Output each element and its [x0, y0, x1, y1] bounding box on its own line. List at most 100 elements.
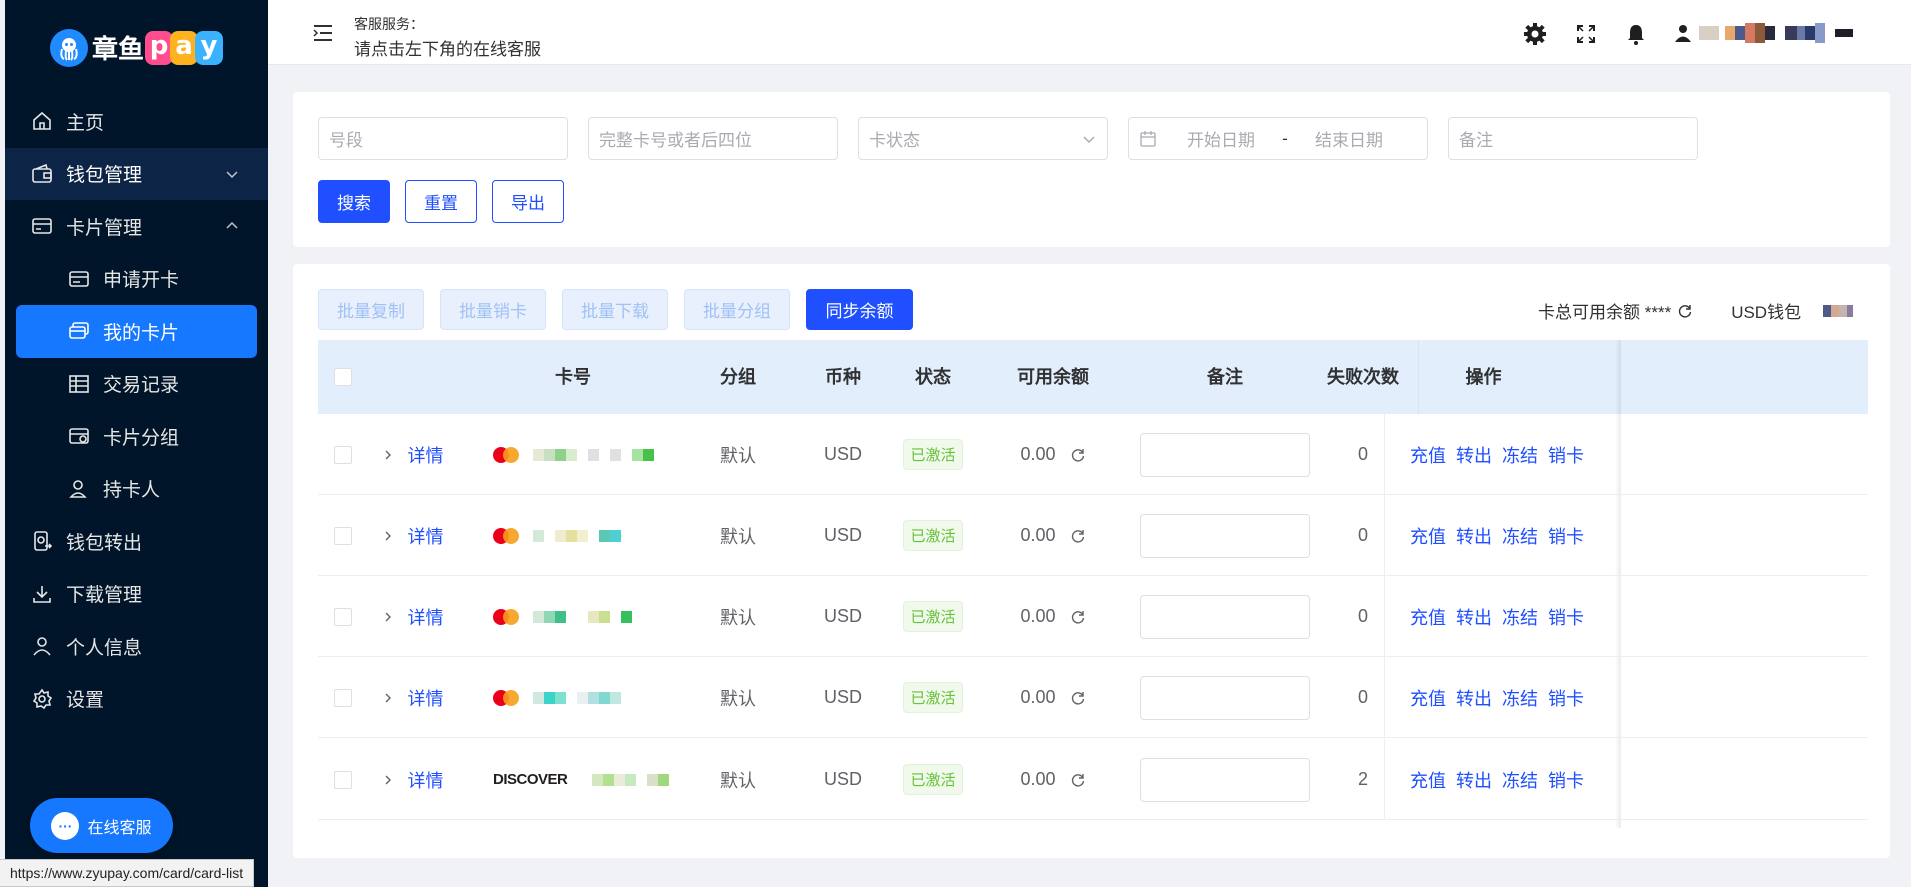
- row-checkbox[interactable]: [334, 526, 352, 545]
- expand-row-icon[interactable]: [373, 576, 403, 657]
- menu-toggle-icon[interactable]: [312, 24, 334, 42]
- expand-row-icon[interactable]: [373, 495, 403, 576]
- sidebar-item-cardholders[interactable]: 持卡人: [5, 463, 268, 516]
- sync-balance-button[interactable]: 同步余额: [806, 289, 913, 330]
- top-header: 客服服务： 请点击左下角的在线客服: [268, 0, 1911, 65]
- refresh-balance-icon[interactable]: [1070, 772, 1086, 788]
- row-checkbox[interactable]: [334, 770, 352, 789]
- online-support-label: 在线客服: [87, 819, 152, 837]
- card-number-placeholder: 完整卡号或者后四位: [599, 131, 752, 150]
- online-support-button[interactable]: ··· 在线客服: [30, 798, 173, 853]
- freeze-link[interactable]: 冻结: [1502, 767, 1538, 793]
- cancel-card-link[interactable]: 销卡: [1548, 767, 1584, 793]
- menu-item-wallet[interactable]: 钱包管理: [5, 147, 268, 200]
- remark-input[interactable]: [1140, 432, 1310, 477]
- recharge-link[interactable]: 充值: [1410, 685, 1446, 711]
- export-button[interactable]: 导出: [492, 180, 564, 223]
- gear-icon[interactable]: [1523, 22, 1547, 46]
- mastercard-logo-icon: [493, 527, 519, 544]
- batch-copy-button[interactable]: 批量复制: [318, 289, 424, 330]
- remark-input[interactable]: 备注: [1448, 117, 1698, 160]
- recharge-link[interactable]: 充值: [1410, 604, 1446, 630]
- sidebar-item-card-groups[interactable]: 卡片分组: [5, 410, 268, 463]
- details-link[interactable]: 详情: [403, 576, 448, 657]
- redacted-card-number: [533, 610, 632, 623]
- row-checkbox[interactable]: [334, 607, 352, 626]
- reset-button[interactable]: 重置: [405, 180, 477, 223]
- card-number-input[interactable]: 完整卡号或者后四位: [588, 117, 838, 160]
- start-date-placeholder[interactable]: 开始日期: [1171, 126, 1271, 151]
- batch-download-button[interactable]: 批量下载: [562, 289, 668, 330]
- row-checkbox-cell: [318, 657, 368, 738]
- freeze-link[interactable]: 冻结: [1502, 523, 1538, 549]
- card-number-cell[interactable]: [493, 414, 683, 495]
- fullscreen-icon[interactable]: [1574, 22, 1598, 46]
- actions-cell: 充值 转出 冻结 销卡: [1384, 414, 1609, 495]
- freeze-link[interactable]: 冻结: [1502, 685, 1538, 711]
- batch-group-button[interactable]: 批量分组: [684, 289, 790, 330]
- refresh-balance-icon[interactable]: [1070, 609, 1086, 625]
- bell-icon[interactable]: [1624, 22, 1648, 46]
- details-link[interactable]: 详情: [403, 414, 448, 495]
- refresh-balance-icon[interactable]: [1070, 690, 1086, 706]
- card-number-cell[interactable]: [493, 657, 683, 738]
- card-status-select[interactable]: 卡状态: [858, 117, 1108, 160]
- recharge-link[interactable]: 充值: [1410, 442, 1446, 468]
- cancel-card-link[interactable]: 销卡: [1548, 523, 1584, 549]
- row-checkbox[interactable]: [334, 445, 352, 464]
- menu-item-home[interactable]: 主页: [5, 95, 268, 148]
- menu-item-downloads[interactable]: 下载管理: [5, 568, 268, 621]
- card-number-cell[interactable]: [493, 576, 683, 657]
- expand-row-icon[interactable]: [373, 739, 403, 820]
- segment-input[interactable]: 号段: [318, 117, 568, 160]
- remark-input[interactable]: [1140, 513, 1310, 558]
- select-all-checkbox[interactable]: [334, 368, 352, 386]
- menu-item-wallet-out[interactable]: 钱包转出: [5, 515, 268, 568]
- refresh-icon[interactable]: [1677, 303, 1693, 319]
- wallet-icon: [30, 162, 54, 186]
- redacted-card-number: [533, 529, 621, 542]
- sidebar-item-transactions[interactable]: 交易记录: [5, 358, 268, 411]
- sidebar-item-label: 交易记录: [103, 375, 180, 397]
- card-number-cell[interactable]: DISCOVER: [493, 739, 683, 820]
- date-range-picker[interactable]: 开始日期 - 结束日期: [1128, 117, 1428, 160]
- cancel-card-link[interactable]: 销卡: [1548, 685, 1584, 711]
- freeze-link[interactable]: 冻结: [1502, 442, 1538, 468]
- refresh-balance-icon[interactable]: [1070, 447, 1086, 463]
- logo[interactable]: 章鱼 p a y: [5, 0, 268, 95]
- select-all-checkbox-cell: [318, 340, 368, 414]
- table-row: 详情 默认 USD 已激活 0.00 0 充值 转出 冻结 销卡: [318, 414, 1868, 495]
- card-number-cell[interactable]: [493, 495, 683, 576]
- refresh-balance-icon[interactable]: [1070, 528, 1086, 544]
- remark-input[interactable]: [1140, 757, 1310, 802]
- details-link[interactable]: 详情: [403, 495, 448, 576]
- transfer-out-link[interactable]: 转出: [1456, 442, 1492, 468]
- cancel-card-link[interactable]: 销卡: [1548, 604, 1584, 630]
- end-date-placeholder[interactable]: 结束日期: [1299, 126, 1399, 151]
- sidebar-item-my-cards[interactable]: 我的卡片: [16, 305, 257, 358]
- remark-input[interactable]: [1140, 675, 1310, 720]
- freeze-link[interactable]: 冻结: [1502, 604, 1538, 630]
- transfer-out-link[interactable]: 转出: [1456, 767, 1492, 793]
- chat-bubble-icon: ···: [51, 811, 80, 840]
- batch-cancel-button[interactable]: 批量销卡: [440, 289, 546, 330]
- transfer-out-link[interactable]: 转出: [1456, 523, 1492, 549]
- menu-item-card-management[interactable]: 卡片管理: [5, 200, 268, 253]
- row-checkbox[interactable]: [334, 688, 352, 707]
- recharge-link[interactable]: 充值: [1410, 523, 1446, 549]
- recharge-link[interactable]: 充值: [1410, 767, 1446, 793]
- transfer-out-link[interactable]: 转出: [1456, 685, 1492, 711]
- expand-row-icon[interactable]: [373, 414, 403, 495]
- user-menu[interactable]: [1673, 22, 1853, 44]
- remark-input[interactable]: [1140, 594, 1310, 639]
- details-link[interactable]: 详情: [403, 657, 448, 738]
- sidebar-item-label: 持卡人: [103, 480, 161, 502]
- cancel-card-link[interactable]: 销卡: [1548, 442, 1584, 468]
- details-link[interactable]: 详情: [403, 739, 448, 820]
- sidebar-item-apply-card[interactable]: 申请开卡: [5, 253, 268, 306]
- transfer-out-link[interactable]: 转出: [1456, 604, 1492, 630]
- search-button[interactable]: 搜索: [318, 180, 390, 223]
- expand-row-icon[interactable]: [373, 657, 403, 738]
- menu-item-profile[interactable]: 个人信息: [5, 620, 268, 673]
- menu-item-settings[interactable]: 设置: [5, 673, 268, 726]
